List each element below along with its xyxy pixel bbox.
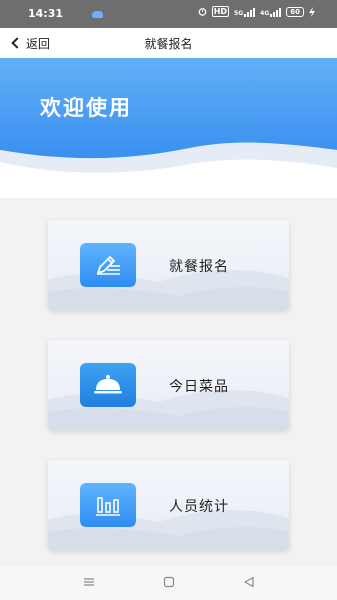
menu-card-label: 就餐报名 bbox=[169, 259, 229, 275]
page-title: 就餐报名 bbox=[144, 37, 193, 51]
menu-card-label: 今日菜品 bbox=[169, 379, 229, 395]
home-icon[interactable] bbox=[162, 575, 176, 589]
signal-bars-icon bbox=[270, 7, 282, 17]
cloud-notification-icon bbox=[92, 11, 103, 18]
charging-bolt-icon bbox=[309, 6, 315, 17]
food-cloche-icon bbox=[80, 363, 136, 407]
status-bar: 14:31 HD 5G 4G 60 bbox=[0, 0, 337, 28]
menu-card-staff-statistics[interactable]: 人员统计 bbox=[48, 460, 289, 550]
welcome-banner: 欢迎使用 bbox=[0, 58, 337, 198]
battery-indicator: 60 bbox=[286, 6, 304, 17]
alarm-icon bbox=[198, 8, 207, 16]
welcome-title: 欢迎使用 bbox=[40, 96, 132, 120]
signal-2: 4G bbox=[260, 7, 282, 17]
signal-1-label: 5G bbox=[234, 9, 244, 17]
back-triangle-icon[interactable] bbox=[242, 575, 256, 589]
signal-1: 5G bbox=[234, 7, 256, 17]
menu-card-todays-dishes[interactable]: 今日菜品 bbox=[48, 340, 289, 430]
status-time: 14:31 bbox=[28, 7, 64, 20]
hd-badge: HD bbox=[211, 6, 230, 17]
signal-2-label: 4G bbox=[260, 9, 270, 17]
menu-card-label: 人员统计 bbox=[169, 499, 229, 515]
signal-bars-icon bbox=[244, 7, 256, 17]
menu-card-meal-registration[interactable]: 就餐报名 bbox=[48, 220, 289, 310]
pencil-write-icon bbox=[80, 243, 136, 287]
navigation-bar: 返回 就餐报名 bbox=[0, 28, 337, 58]
banner-wave-background bbox=[0, 58, 337, 198]
menu-icon[interactable] bbox=[82, 575, 96, 589]
status-indicators: HD 5G 4G 60 bbox=[198, 6, 315, 17]
system-navigation-bar bbox=[0, 566, 337, 600]
bar-chart-icon bbox=[80, 483, 136, 527]
